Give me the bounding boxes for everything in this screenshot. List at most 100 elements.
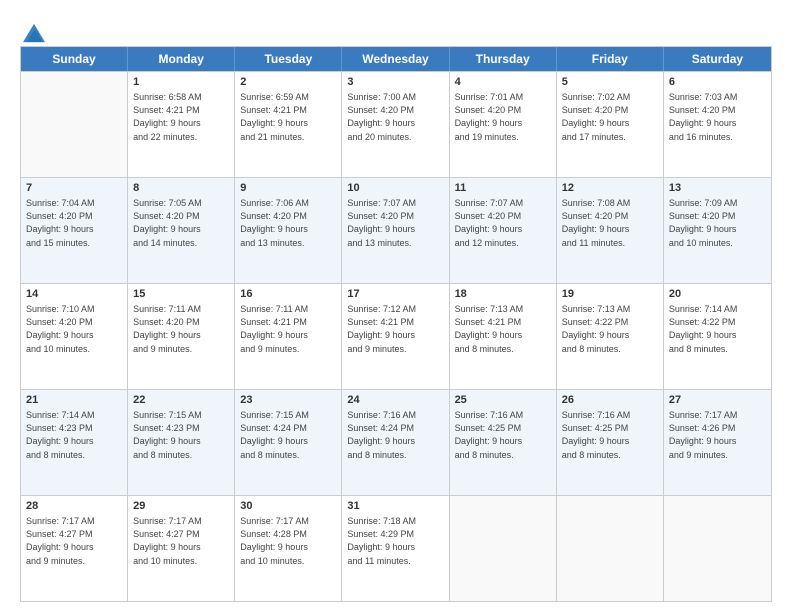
day-cell-8: 8Sunrise: 7:05 AM Sunset: 4:20 PM Daylig… — [128, 178, 235, 283]
day-cell-21: 21Sunrise: 7:14 AM Sunset: 4:23 PM Dayli… — [21, 390, 128, 495]
day-number: 24 — [347, 393, 443, 408]
day-number: 15 — [133, 287, 229, 302]
day-cell-31: 31Sunrise: 7:18 AM Sunset: 4:29 PM Dayli… — [342, 496, 449, 601]
day-number: 25 — [455, 393, 551, 408]
day-info: Sunrise: 6:58 AM Sunset: 4:21 PM Dayligh… — [133, 91, 229, 143]
calendar-row-5: 28Sunrise: 7:17 AM Sunset: 4:27 PM Dayli… — [21, 495, 771, 601]
day-info: Sunrise: 7:16 AM Sunset: 4:25 PM Dayligh… — [562, 409, 658, 461]
day-info: Sunrise: 7:08 AM Sunset: 4:20 PM Dayligh… — [562, 197, 658, 249]
day-info: Sunrise: 7:02 AM Sunset: 4:20 PM Dayligh… — [562, 91, 658, 143]
day-cell-3: 3Sunrise: 7:00 AM Sunset: 4:20 PM Daylig… — [342, 72, 449, 177]
calendar-row-2: 7Sunrise: 7:04 AM Sunset: 4:20 PM Daylig… — [21, 177, 771, 283]
day-number: 22 — [133, 393, 229, 408]
day-cell-13: 13Sunrise: 7:09 AM Sunset: 4:20 PM Dayli… — [664, 178, 771, 283]
day-info: Sunrise: 7:17 AM Sunset: 4:27 PM Dayligh… — [26, 515, 122, 567]
empty-cell — [557, 496, 664, 601]
day-cell-12: 12Sunrise: 7:08 AM Sunset: 4:20 PM Dayli… — [557, 178, 664, 283]
day-info: Sunrise: 7:01 AM Sunset: 4:20 PM Dayligh… — [455, 91, 551, 143]
day-cell-27: 27Sunrise: 7:17 AM Sunset: 4:26 PM Dayli… — [664, 390, 771, 495]
day-number: 1 — [133, 75, 229, 90]
day-info: Sunrise: 7:18 AM Sunset: 4:29 PM Dayligh… — [347, 515, 443, 567]
day-info: Sunrise: 7:17 AM Sunset: 4:26 PM Dayligh… — [669, 409, 766, 461]
day-number: 10 — [347, 181, 443, 196]
header-day-sunday: Sunday — [21, 47, 128, 71]
day-info: Sunrise: 7:04 AM Sunset: 4:20 PM Dayligh… — [26, 197, 122, 249]
day-cell-23: 23Sunrise: 7:15 AM Sunset: 4:24 PM Dayli… — [235, 390, 342, 495]
day-info: Sunrise: 7:13 AM Sunset: 4:22 PM Dayligh… — [562, 303, 658, 355]
day-number: 29 — [133, 499, 229, 514]
day-number: 14 — [26, 287, 122, 302]
day-cell-5: 5Sunrise: 7:02 AM Sunset: 4:20 PM Daylig… — [557, 72, 664, 177]
day-cell-11: 11Sunrise: 7:07 AM Sunset: 4:20 PM Dayli… — [450, 178, 557, 283]
logo — [20, 22, 45, 40]
day-number: 17 — [347, 287, 443, 302]
day-number: 2 — [240, 75, 336, 90]
day-number: 21 — [26, 393, 122, 408]
day-number: 8 — [133, 181, 229, 196]
day-info: Sunrise: 7:10 AM Sunset: 4:20 PM Dayligh… — [26, 303, 122, 355]
header-day-wednesday: Wednesday — [342, 47, 449, 71]
day-number: 27 — [669, 393, 766, 408]
day-number: 7 — [26, 181, 122, 196]
day-number: 12 — [562, 181, 658, 196]
day-number: 3 — [347, 75, 443, 90]
header-day-friday: Friday — [557, 47, 664, 71]
page: SundayMondayTuesdayWednesdayThursdayFrid… — [0, 0, 792, 612]
header-day-thursday: Thursday — [450, 47, 557, 71]
day-cell-19: 19Sunrise: 7:13 AM Sunset: 4:22 PM Dayli… — [557, 284, 664, 389]
day-info: Sunrise: 7:16 AM Sunset: 4:25 PM Dayligh… — [455, 409, 551, 461]
empty-cell — [21, 72, 128, 177]
day-cell-15: 15Sunrise: 7:11 AM Sunset: 4:20 PM Dayli… — [128, 284, 235, 389]
day-cell-25: 25Sunrise: 7:16 AM Sunset: 4:25 PM Dayli… — [450, 390, 557, 495]
day-number: 23 — [240, 393, 336, 408]
calendar-row-1: 1Sunrise: 6:58 AM Sunset: 4:21 PM Daylig… — [21, 71, 771, 177]
day-info: Sunrise: 7:14 AM Sunset: 4:22 PM Dayligh… — [669, 303, 766, 355]
day-number: 26 — [562, 393, 658, 408]
day-cell-29: 29Sunrise: 7:17 AM Sunset: 4:27 PM Dayli… — [128, 496, 235, 601]
calendar-row-4: 21Sunrise: 7:14 AM Sunset: 4:23 PM Dayli… — [21, 389, 771, 495]
day-number: 11 — [455, 181, 551, 196]
day-info: Sunrise: 7:15 AM Sunset: 4:24 PM Dayligh… — [240, 409, 336, 461]
day-cell-28: 28Sunrise: 7:17 AM Sunset: 4:27 PM Dayli… — [21, 496, 128, 601]
day-number: 5 — [562, 75, 658, 90]
day-number: 18 — [455, 287, 551, 302]
day-info: Sunrise: 7:07 AM Sunset: 4:20 PM Dayligh… — [455, 197, 551, 249]
day-number: 13 — [669, 181, 766, 196]
day-info: Sunrise: 7:00 AM Sunset: 4:20 PM Dayligh… — [347, 91, 443, 143]
day-cell-6: 6Sunrise: 7:03 AM Sunset: 4:20 PM Daylig… — [664, 72, 771, 177]
day-info: Sunrise: 7:14 AM Sunset: 4:23 PM Dayligh… — [26, 409, 122, 461]
day-info: Sunrise: 6:59 AM Sunset: 4:21 PM Dayligh… — [240, 91, 336, 143]
day-cell-1: 1Sunrise: 6:58 AM Sunset: 4:21 PM Daylig… — [128, 72, 235, 177]
day-number: 30 — [240, 499, 336, 514]
day-cell-16: 16Sunrise: 7:11 AM Sunset: 4:21 PM Dayli… — [235, 284, 342, 389]
day-info: Sunrise: 7:03 AM Sunset: 4:20 PM Dayligh… — [669, 91, 766, 143]
day-cell-4: 4Sunrise: 7:01 AM Sunset: 4:20 PM Daylig… — [450, 72, 557, 177]
day-info: Sunrise: 7:17 AM Sunset: 4:27 PM Dayligh… — [133, 515, 229, 567]
day-info: Sunrise: 7:11 AM Sunset: 4:20 PM Dayligh… — [133, 303, 229, 355]
day-cell-30: 30Sunrise: 7:17 AM Sunset: 4:28 PM Dayli… — [235, 496, 342, 601]
calendar-row-3: 14Sunrise: 7:10 AM Sunset: 4:20 PM Dayli… — [21, 283, 771, 389]
calendar-header: SundayMondayTuesdayWednesdayThursdayFrid… — [21, 47, 771, 71]
day-number: 19 — [562, 287, 658, 302]
day-info: Sunrise: 7:09 AM Sunset: 4:20 PM Dayligh… — [669, 197, 766, 249]
header-day-saturday: Saturday — [664, 47, 771, 71]
calendar: SundayMondayTuesdayWednesdayThursdayFrid… — [20, 46, 772, 602]
day-number: 20 — [669, 287, 766, 302]
day-cell-7: 7Sunrise: 7:04 AM Sunset: 4:20 PM Daylig… — [21, 178, 128, 283]
header — [20, 18, 772, 40]
day-info: Sunrise: 7:16 AM Sunset: 4:24 PM Dayligh… — [347, 409, 443, 461]
day-info: Sunrise: 7:15 AM Sunset: 4:23 PM Dayligh… — [133, 409, 229, 461]
day-info: Sunrise: 7:05 AM Sunset: 4:20 PM Dayligh… — [133, 197, 229, 249]
day-cell-9: 9Sunrise: 7:06 AM Sunset: 4:20 PM Daylig… — [235, 178, 342, 283]
day-number: 28 — [26, 499, 122, 514]
day-info: Sunrise: 7:11 AM Sunset: 4:21 PM Dayligh… — [240, 303, 336, 355]
day-cell-20: 20Sunrise: 7:14 AM Sunset: 4:22 PM Dayli… — [664, 284, 771, 389]
day-cell-24: 24Sunrise: 7:16 AM Sunset: 4:24 PM Dayli… — [342, 390, 449, 495]
day-number: 16 — [240, 287, 336, 302]
day-number: 4 — [455, 75, 551, 90]
logo-icon — [23, 22, 45, 44]
day-number: 6 — [669, 75, 766, 90]
day-info: Sunrise: 7:07 AM Sunset: 4:20 PM Dayligh… — [347, 197, 443, 249]
day-cell-26: 26Sunrise: 7:16 AM Sunset: 4:25 PM Dayli… — [557, 390, 664, 495]
day-cell-2: 2Sunrise: 6:59 AM Sunset: 4:21 PM Daylig… — [235, 72, 342, 177]
